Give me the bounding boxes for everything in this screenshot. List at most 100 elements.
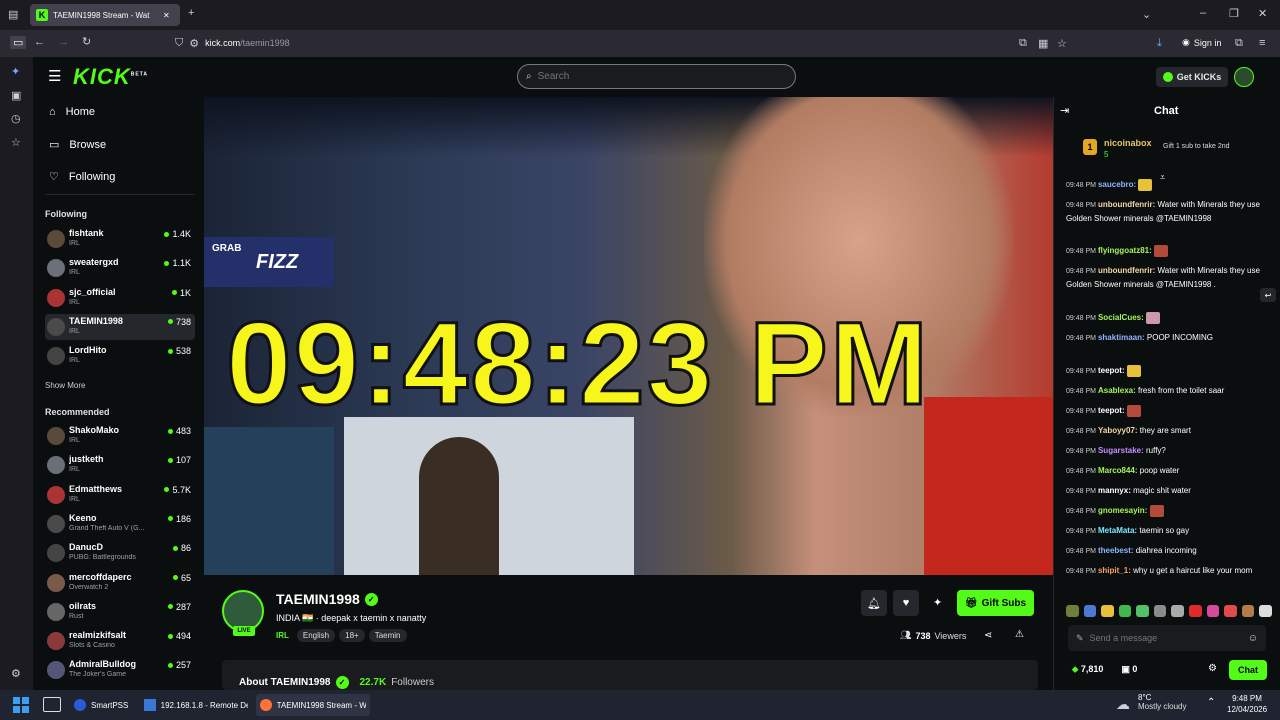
chat-username[interactable]: Asablexa: bbox=[1098, 386, 1136, 395]
chat-message[interactable]: 09:48 PM theebest: diahrea incoming bbox=[1066, 544, 1272, 558]
chat-username[interactable]: Marco844: bbox=[1098, 466, 1138, 475]
emote-icon[interactable] bbox=[1259, 605, 1272, 617]
chat-message[interactable]: 09:48 PM Yaboyy07: they are smart bbox=[1066, 424, 1272, 438]
chat-username[interactable]: theebest: bbox=[1098, 546, 1134, 555]
emote-icon[interactable] bbox=[1136, 605, 1149, 617]
minimize-icon[interactable]: – bbox=[1200, 7, 1206, 19]
windows-start-icon[interactable] bbox=[13, 697, 29, 713]
chat-username[interactable]: teepot: bbox=[1098, 366, 1125, 375]
sidebar-channel-admiralbulldog[interactable]: AdmiralBulldog The Joker's Game 257 bbox=[45, 657, 195, 683]
reader-view-icon[interactable]: ▦ bbox=[1038, 37, 1048, 50]
chat-message[interactable]: 09:48 PM shaktimaan: POOP INCOMING bbox=[1066, 331, 1272, 345]
emote-icon[interactable] bbox=[1206, 605, 1220, 617]
stream-category[interactable]: IRL bbox=[276, 631, 289, 640]
user-avatar[interactable] bbox=[1234, 67, 1254, 87]
emote-icon[interactable] bbox=[1101, 605, 1114, 617]
sidebar-channel-oilrats[interactable]: oilrats Rust 287 bbox=[45, 599, 195, 625]
chat-message[interactable]: 09:48 PM flyinggoatz81: bbox=[1066, 244, 1272, 258]
emote-icon[interactable] bbox=[1189, 605, 1202, 617]
chat-message[interactable]: 09:48 PM teepot: bbox=[1066, 404, 1272, 418]
hamburger-menu-icon[interactable]: ☰ bbox=[48, 67, 61, 85]
channel-points[interactable]: ⬥ 7,810 ▣ 0 bbox=[1072, 664, 1137, 675]
chat-username[interactable]: shaktimaan: bbox=[1098, 333, 1145, 342]
system-clock[interactable]: 9:48 PM 12/04/2026 bbox=[1227, 693, 1267, 715]
download-icon[interactable]: ⤓ bbox=[1157, 37, 1162, 50]
chat-message[interactable]: 09:48 PM shipit_1: why u get a haircut li… bbox=[1066, 564, 1272, 578]
chat-message[interactable]: 09:48 PM unboundfenrir: Water with Minera… bbox=[1066, 198, 1272, 225]
chat-message[interactable]: 09:48 PM Asablexa: fresh from the toilet … bbox=[1066, 384, 1272, 398]
customize-gear-icon[interactable]: ⚙ bbox=[11, 667, 21, 680]
chat-message[interactable]: 09:48 PM mannyx: magic shit water bbox=[1066, 484, 1272, 498]
chat-message[interactable]: 09:48 PM SocialCues: bbox=[1066, 311, 1272, 325]
search-bar[interactable]: ⌕ bbox=[517, 64, 796, 89]
picture-in-picture-icon[interactable]: ⧉ bbox=[1019, 37, 1027, 50]
kick-logo[interactable]: KICKBETA bbox=[73, 64, 148, 90]
search-input[interactable] bbox=[537, 71, 778, 82]
task-view-icon[interactable] bbox=[43, 697, 61, 712]
nav-browse[interactable]: ▭ Browse bbox=[49, 138, 106, 152]
chat-message[interactable]: 09:48 PM Marco844: poop water bbox=[1066, 464, 1272, 478]
chat-settings-gear-icon[interactable]: ⚙ bbox=[1208, 663, 1217, 674]
bookmarks-icon[interactable]: ▣ bbox=[11, 89, 21, 102]
weather-cloud-icon[interactable]: ☁ bbox=[1116, 696, 1130, 713]
chat-message[interactable]: 09:48 PM teepot: bbox=[1066, 364, 1272, 378]
close-window-icon[interactable]: ✕ bbox=[1258, 7, 1267, 20]
chat-username[interactable]: Yaboyy07: bbox=[1098, 426, 1138, 435]
sidebar-channel-justketh[interactable]: justketh IRL 107 bbox=[45, 452, 195, 478]
chat-username[interactable]: gnomesayin: bbox=[1098, 506, 1147, 515]
follow-button[interactable]: ♥ bbox=[893, 590, 919, 616]
ai-sparkle-icon[interactable]: ✦ bbox=[11, 65, 20, 78]
maximize-icon[interactable]: ❐ bbox=[1229, 7, 1239, 20]
sidebar-channel-taemin1998[interactable]: TAEMIN1998 IRL 738 bbox=[45, 313, 195, 340]
chat-message[interactable]: 09:48 PM MetaMata: taemin so gay bbox=[1066, 524, 1272, 538]
sidebar-toggle-icon[interactable]: ▭ bbox=[10, 36, 27, 49]
chat-username[interactable]: Sugarstake: bbox=[1098, 446, 1144, 455]
reload-icon[interactable]: ↻ bbox=[82, 35, 91, 48]
sidebar-channel-shakomako[interactable]: ShakoMako IRL 483 bbox=[45, 423, 195, 449]
new-tab-icon[interactable]: + bbox=[188, 7, 194, 19]
share-icon[interactable]: ⋖ bbox=[984, 630, 992, 641]
history-icon[interactable]: ◷ bbox=[11, 112, 21, 125]
taskbar-app-remote-desktop[interactable]: 192.168.1.8 - Remote De bbox=[140, 694, 252, 716]
chat-message[interactable]: 09:48 PM saucebro: bbox=[1066, 178, 1272, 192]
emote-icon[interactable] bbox=[1171, 605, 1185, 617]
show-more-link[interactable]: Show More bbox=[45, 381, 85, 390]
collapse-chat-icon[interactable]: ⇥ bbox=[1060, 104, 1069, 117]
sparkle-icon[interactable]: ✦ bbox=[933, 596, 942, 609]
tab-close-icon[interactable]: ✕ bbox=[163, 11, 170, 20]
emote-icon[interactable] bbox=[1153, 605, 1167, 617]
get-kicks-button[interactable]: Get KICKs bbox=[1156, 67, 1228, 87]
nav-home[interactable]: ⌂ Home bbox=[49, 106, 95, 118]
chat-username[interactable]: saucebro: bbox=[1098, 180, 1136, 189]
chat-send-button[interactable]: Chat bbox=[1229, 660, 1267, 680]
sidebar-channel-keeno[interactable]: Keeno Grand Theft Auto V (G... 186 bbox=[45, 511, 195, 537]
gift-leaderboard[interactable]: 1 nicoinabox 5 Gift 1 sub to take 2nd bbox=[1078, 134, 1268, 166]
chat-username[interactable]: teepot: bbox=[1098, 406, 1125, 415]
chat-username[interactable]: flyinggoatz81: bbox=[1098, 246, 1152, 255]
tab-list-icon[interactable]: ▤ bbox=[8, 8, 18, 21]
chat-message[interactable]: 09:48 PM unboundfenrir: Water with Minera… bbox=[1066, 264, 1272, 291]
emote-icon[interactable] bbox=[1066, 605, 1079, 617]
bookmark-star-icon[interactable]: ☆ bbox=[1057, 37, 1067, 50]
extensions-icon[interactable]: ⧉ bbox=[1235, 37, 1243, 50]
chat-username[interactable]: shipit_1: bbox=[1098, 566, 1131, 575]
sidebar-channel-sweatergxd[interactable]: sweatergxd IRL 1.1K bbox=[45, 255, 195, 281]
sidebar-channel-realmizkifsalt[interactable]: realmizkifsalt Slots & Casino 494 bbox=[45, 628, 195, 654]
site-info-icon[interactable]: ⚙ bbox=[189, 37, 199, 50]
chat-username[interactable]: mannyx: bbox=[1098, 486, 1131, 495]
sidebar-channel-edmatthews[interactable]: Edmatthews IRL 5.7K bbox=[45, 482, 195, 508]
taskbar-app-smartpss[interactable]: SmartPSS bbox=[70, 694, 138, 716]
sidebar-channel-mercoffdaperc[interactable]: mercoffdaperc Overwatch 2 65 bbox=[45, 570, 195, 596]
chat-username[interactable]: SocialCues: bbox=[1098, 313, 1144, 322]
tray-chevron-icon[interactable]: ⌃ bbox=[1207, 697, 1215, 708]
tag[interactable]: English bbox=[296, 629, 336, 642]
streamer-name[interactable]: TAEMIN1998 ✓ bbox=[276, 591, 378, 607]
reply-arrow-icon[interactable]: ↩ bbox=[1260, 288, 1276, 302]
tag[interactable]: 18+ bbox=[339, 629, 365, 642]
weather-widget[interactable]: 8°C Mostly cloudy bbox=[1138, 693, 1186, 711]
sign-in-button[interactable]: ◉ Sign in bbox=[1182, 37, 1221, 48]
emote-icon[interactable] bbox=[1241, 605, 1255, 617]
sidebar-channel-lordhito[interactable]: LordHito IRL 538 bbox=[45, 343, 195, 369]
chat-username[interactable]: unboundfenrir: bbox=[1098, 200, 1155, 209]
chat-message[interactable]: 09:48 PM gnomesayin: bbox=[1066, 504, 1272, 518]
